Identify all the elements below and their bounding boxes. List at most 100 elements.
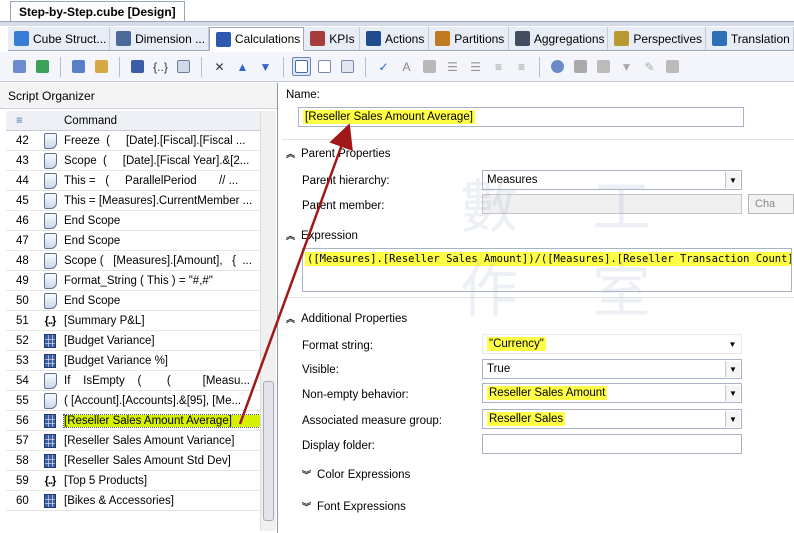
change-button[interactable]: Cha xyxy=(748,194,794,214)
tab-calculations[interactable]: Calculations xyxy=(208,27,305,51)
tab-label: Aggregations xyxy=(533,31,605,46)
properties-icon[interactable] xyxy=(338,57,357,76)
stop-icon[interactable] xyxy=(571,57,590,76)
row-command: [Reseller Sales Amount Variance] xyxy=(64,434,235,447)
organizer-scrollbar-thumb[interactable] xyxy=(263,381,274,521)
users-icon[interactable] xyxy=(548,57,567,76)
font-icon[interactable]: A xyxy=(397,57,416,76)
row-number: 50 xyxy=(16,294,29,307)
script-view-icon[interactable] xyxy=(315,57,334,76)
expression-editor[interactable]: ([Measures].[Reseller Sales Amount])/([M… xyxy=(302,248,792,292)
new-named-set-icon[interactable] xyxy=(92,57,111,76)
chevron-down-icon[interactable]: ▼ xyxy=(725,385,740,401)
parent-hierarchy-select[interactable]: Measures ▼ xyxy=(482,170,742,190)
script-row[interactable]: 51 {..} [Summary P&L] xyxy=(6,311,260,331)
tab-translation[interactable]: Translation xyxy=(706,27,794,50)
script-row[interactable]: 54 If IsEmpty ( ( [Measu... xyxy=(6,371,260,391)
move-down-icon[interactable]: ▼ xyxy=(256,57,275,76)
tab-perspectives[interactable]: Perspectives xyxy=(608,27,706,50)
format-string-select[interactable]: "Currency" ▼ xyxy=(482,334,742,354)
row-command: [Reseller Sales Amount Average] xyxy=(63,413,261,428)
reconnect-icon[interactable] xyxy=(33,57,52,76)
list-icon[interactable]: ≡ xyxy=(489,57,508,76)
calculated-member-icon-glyph xyxy=(44,493,56,508)
tab-actions[interactable]: Actions xyxy=(360,27,430,50)
script-row[interactable]: 59 {..} [Top 5 Products] xyxy=(6,471,260,491)
command-column-header[interactable]: Command xyxy=(64,115,260,127)
chevron-down-icon[interactable]: ▼ xyxy=(725,172,740,188)
font-expressions-toggle[interactable]: ︾ Font Expressions xyxy=(302,500,406,513)
indent-icon[interactable]: ☰ xyxy=(443,57,462,76)
color-icon[interactable] xyxy=(420,57,439,76)
script-row[interactable]: 48 Scope ( [Measures].[Amount], { ... xyxy=(6,251,260,271)
tab-cube-struct[interactable]: Cube Struct... xyxy=(8,27,111,50)
expression-toggle[interactable]: ︽ Expression xyxy=(286,229,358,242)
outdent-icon[interactable]: ☰ xyxy=(466,57,485,76)
chevron-down-icon[interactable]: ▼ xyxy=(725,361,740,377)
calculated-member-icon xyxy=(36,333,64,348)
organizer-scrollbar[interactable] xyxy=(260,111,276,531)
row-number: 49 xyxy=(16,274,29,287)
script-row[interactable]: 60 [Bikes & Accessories] xyxy=(6,491,260,511)
parent-properties-toggle[interactable]: ︽ Parent Properties xyxy=(286,147,391,160)
tab-dimension[interactable]: Dimension ... xyxy=(110,27,209,50)
chevron-down-icon[interactable]: ▼ xyxy=(725,336,740,352)
tab-icon xyxy=(366,31,381,46)
parent-hierarchy-value: Measures xyxy=(487,174,538,186)
toolbar-separator xyxy=(60,56,61,77)
delete-icon[interactable]: ✕ xyxy=(210,57,229,76)
tab-icon xyxy=(514,31,530,46)
debug-icon[interactable] xyxy=(663,57,682,76)
script-row[interactable]: 45 This = [Measures].CurrentMember ... xyxy=(6,191,260,211)
name-input[interactable]: [Reseller Sales Amount Average] xyxy=(298,107,744,127)
script-command-icon-glyph xyxy=(43,152,57,169)
tab-label: Dimension ... xyxy=(135,31,206,46)
format-string-label: Format string: xyxy=(302,340,373,352)
document-tab[interactable]: Step-by-Step.cube [Design] xyxy=(10,1,185,21)
script-row[interactable]: 47 End Scope xyxy=(6,231,260,251)
script-row[interactable]: 42 Freeze ( [Date].[Fiscal].[Fiscal ... xyxy=(6,131,260,151)
chevron-down-icon[interactable]: ▼ xyxy=(725,411,740,427)
calculated-member-icon xyxy=(36,493,64,508)
row-command: End Scope xyxy=(64,234,121,247)
row-number: 56 xyxy=(6,414,36,427)
script-row[interactable]: 49 Format_String ( This ) = "#,#" xyxy=(6,271,260,291)
script-row[interactable]: 56 [Reseller Sales Amount Average] xyxy=(6,411,261,431)
display-folder-input[interactable] xyxy=(482,434,742,454)
visible-select[interactable]: True ▼ xyxy=(482,359,742,379)
align-icon[interactable]: ≡ xyxy=(512,57,531,76)
named-set-icon[interactable]: {..} xyxy=(151,57,170,76)
check-syntax-icon[interactable]: ✓ xyxy=(374,57,393,76)
script-row[interactable]: 50 End Scope xyxy=(6,291,260,311)
filter-icon[interactable]: ▼ xyxy=(617,57,636,76)
script-row[interactable]: 57 [Reseller Sales Amount Variance] xyxy=(6,431,260,451)
collapse-chevron-icon: ︽ xyxy=(286,314,296,324)
associated-measure-group-select[interactable]: Reseller Sales ▼ xyxy=(482,409,742,429)
row-number: 47 xyxy=(16,234,29,247)
row-number: 52 xyxy=(16,334,29,347)
parent-hierarchy-label: Parent hierarchy: xyxy=(302,175,390,187)
script-row[interactable]: 55 ( [Account].[Accounts].&[95], [Me... xyxy=(6,391,260,411)
tab-aggregations[interactable]: Aggregations xyxy=(509,27,609,50)
parent-member-input[interactable] xyxy=(482,194,742,214)
row-command: [Budget Variance %] xyxy=(64,354,168,367)
move-up-icon[interactable]: ▲ xyxy=(233,57,252,76)
script-row[interactable]: 44 This = ( ParallelPeriod // ... xyxy=(6,171,260,191)
form-view-icon[interactable] xyxy=(292,57,311,76)
script-row[interactable]: 53 [Budget Variance %] xyxy=(6,351,260,371)
non-empty-behavior-select[interactable]: Reseller Sales Amount ▼ xyxy=(482,383,742,403)
color-expressions-toggle[interactable]: ︾ Color Expressions xyxy=(302,468,410,481)
script-row[interactable]: 43 Scope ( [Date].[Fiscal Year].&[2... xyxy=(6,151,260,171)
breakpoint-icon[interactable]: ✎ xyxy=(640,57,659,76)
script-command-icon[interactable] xyxy=(174,57,193,76)
script-row[interactable]: 58 [Reseller Sales Amount Std Dev] xyxy=(6,451,260,471)
additional-properties-toggle[interactable]: ︽ Additional Properties xyxy=(286,312,407,325)
new-calculated-member-icon[interactable] xyxy=(69,57,88,76)
tab-kpis[interactable]: KPIs xyxy=(304,27,360,50)
script-row[interactable]: 46 End Scope xyxy=(6,211,260,231)
pause-icon[interactable] xyxy=(594,57,613,76)
tab-partitions[interactable]: Partitions xyxy=(429,27,509,50)
script-row[interactable]: 52 [Budget Variance] xyxy=(6,331,260,351)
calculation-icon[interactable] xyxy=(128,57,147,76)
process-icon[interactable] xyxy=(10,57,29,76)
